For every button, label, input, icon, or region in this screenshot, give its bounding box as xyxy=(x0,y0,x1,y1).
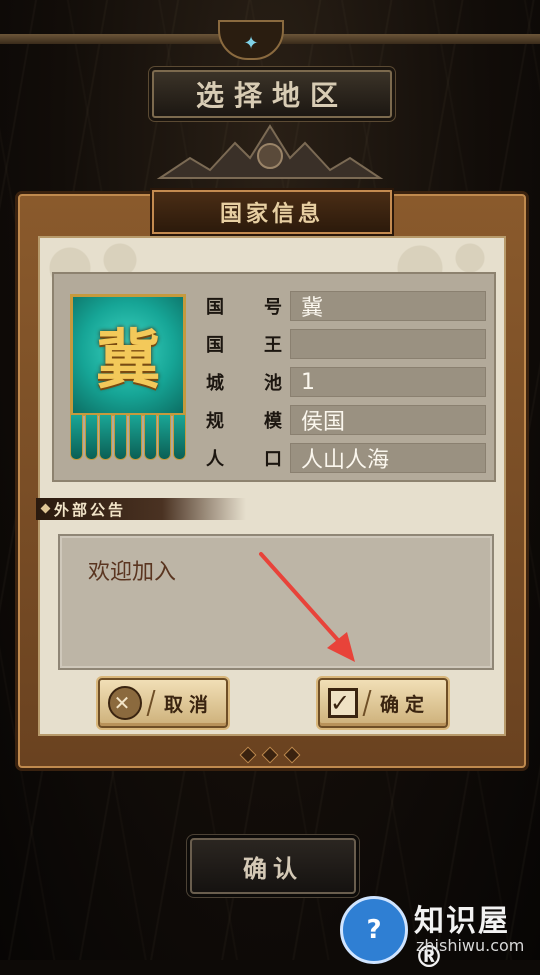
cities-value: 1 xyxy=(290,367,486,397)
info-rows: 国号 冀 国王 城池 1 规 模 侯国 人 口 人山人海 xyxy=(206,288,486,478)
king-value xyxy=(290,329,486,359)
info-row-scale: 规模 侯国 xyxy=(206,402,486,438)
ok-label: 确定 xyxy=(380,693,431,716)
scale-value: 侯国 xyxy=(290,405,486,435)
notice-text: 欢迎加入 xyxy=(88,560,177,585)
checkbox-check-icon: ✓ xyxy=(328,688,358,718)
info-row-country-name: 国号 冀 xyxy=(206,288,486,324)
close-circle-icon: ✕ xyxy=(108,686,142,720)
country-info-dialog: 国家信息 冀 国号 冀 国 王 城 池 1 规 模 侯国 人 口 人山人海 外部… xyxy=(12,184,528,774)
info-label: 国王 xyxy=(206,335,282,356)
cancel-label: 取消 xyxy=(164,693,215,716)
info-label: 城池 xyxy=(206,373,282,394)
dragon-ornament-icon xyxy=(156,124,384,179)
country-name-value: 冀 xyxy=(290,291,486,321)
banner-char: 冀 xyxy=(96,323,160,398)
country-banner: 冀 xyxy=(70,294,186,460)
info-row-population: 人口 人山人海 xyxy=(206,440,486,476)
bottom-ornament xyxy=(239,746,301,764)
info-label: 规模 xyxy=(206,411,282,432)
banner-fringe xyxy=(70,414,186,460)
population-value: 人山人海 xyxy=(290,443,486,473)
question-icon: ? xyxy=(340,896,408,964)
banner-flag: 冀 xyxy=(70,294,186,416)
ok-button[interactable]: ✓ 确定 xyxy=(318,678,448,728)
info-row-king: 国王 xyxy=(206,326,486,362)
info-row-cities: 城池 1 xyxy=(206,364,486,400)
info-label: 人口 xyxy=(206,449,282,470)
red-arrow-annotation-icon xyxy=(259,552,355,662)
info-label: 国号 xyxy=(206,297,282,318)
notice-title: 外部公告 xyxy=(36,498,246,520)
cancel-button[interactable]: ✕ 取消 xyxy=(98,678,228,728)
info-box: 冀 国号 冀 国王 城 池 1 规 模 侯国 人 口 人山人海 xyxy=(52,272,496,482)
watermark: ? 知识屋® zhishiwu.com xyxy=(340,896,540,975)
watermark-url: zhishiwu.com xyxy=(416,936,525,955)
dialog-title: 国家信息 xyxy=(152,190,392,234)
region-title: 选择地区 xyxy=(152,70,392,118)
confirm-button[interactable]: 确认 xyxy=(190,838,356,894)
top-bar: ✦ xyxy=(0,20,540,60)
